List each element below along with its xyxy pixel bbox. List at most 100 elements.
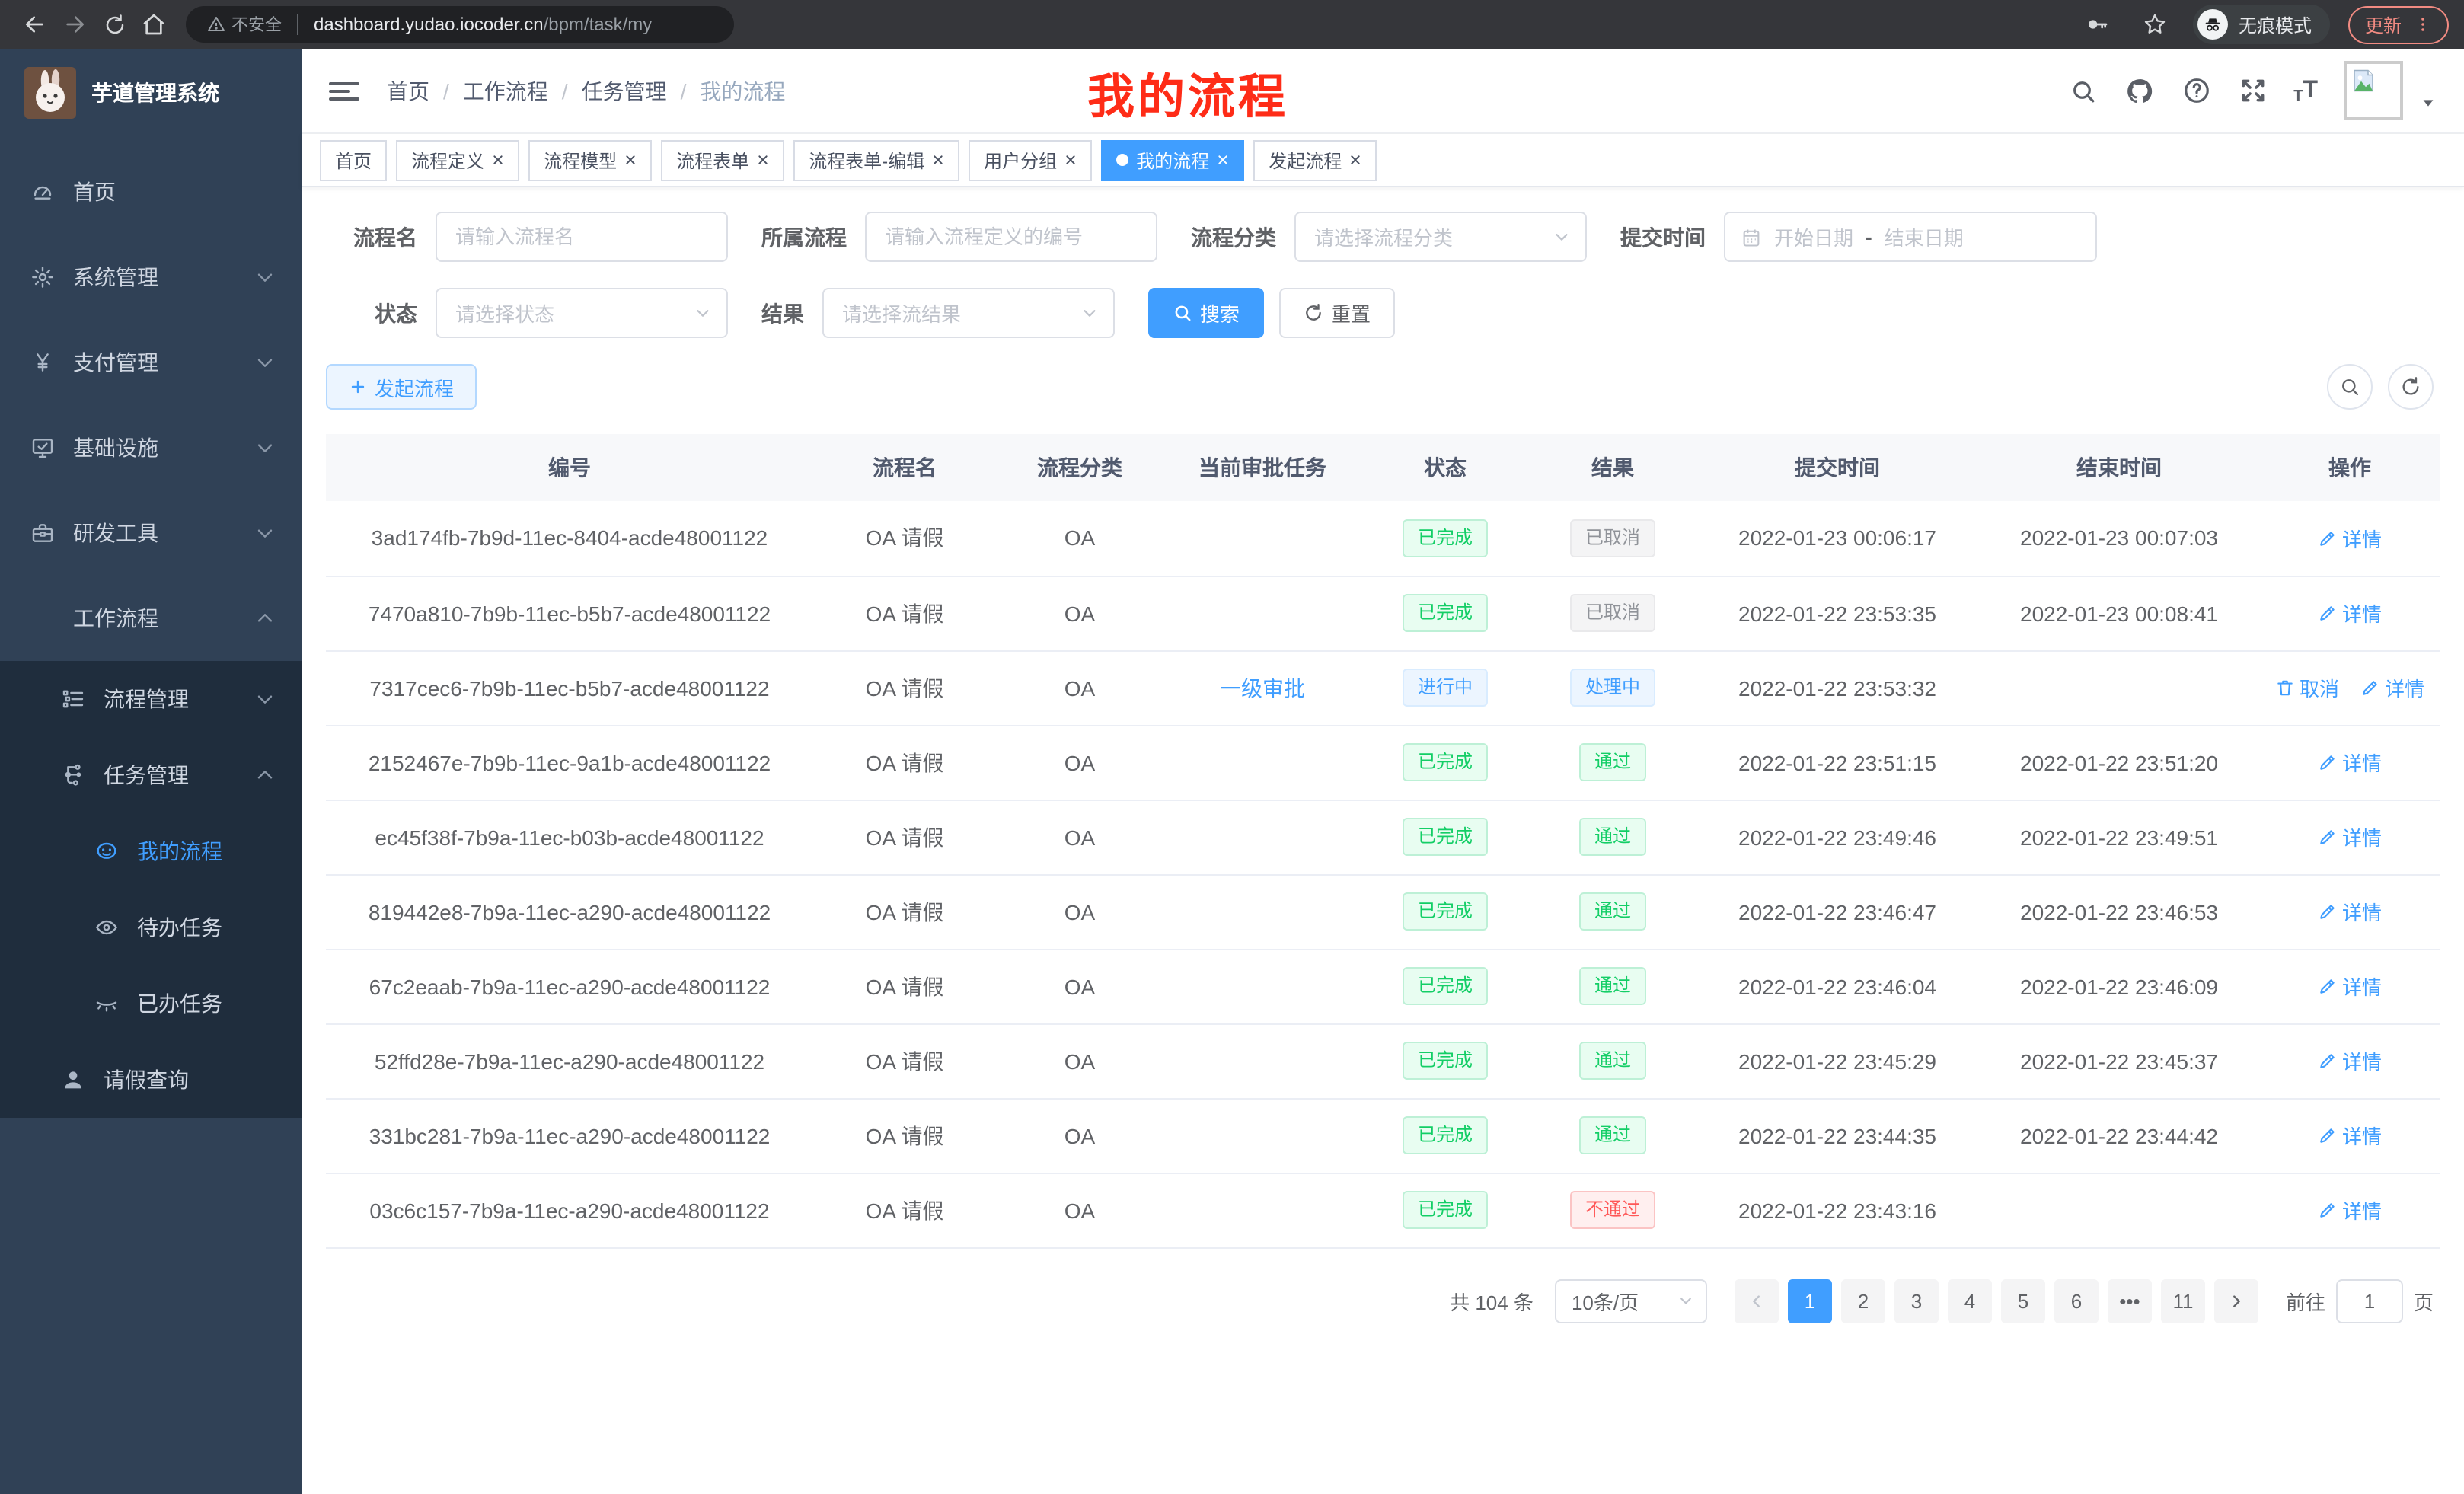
tab-发起流程[interactable]: 发起流程 — [1253, 139, 1377, 180]
tab-流程模型[interactable]: 流程模型 — [528, 139, 652, 180]
security-warning[interactable]: 不安全 — [207, 12, 282, 37]
url-text: dashboard.yudao.iocoder.cn/bpm/task/my — [314, 14, 652, 35]
prev-page-button[interactable] — [1735, 1279, 1779, 1323]
close-icon[interactable] — [932, 154, 944, 166]
filter-name-label: 流程名 — [326, 222, 417, 252]
next-page-button[interactable] — [2214, 1279, 2258, 1323]
detail-link[interactable]: 详情 — [2318, 822, 2382, 851]
tab-流程表单[interactable]: 流程表单 — [661, 139, 784, 180]
filter-definition-input[interactable] — [865, 212, 1157, 262]
filter-category-select[interactable]: 请选择流程分类 — [1294, 212, 1587, 262]
github-icon[interactable] — [2124, 75, 2155, 106]
help-icon[interactable] — [2181, 75, 2211, 106]
page-size-select[interactable]: 10条/页 — [1555, 1279, 1707, 1323]
browser-menu-dots-icon[interactable] — [2414, 15, 2432, 34]
user-icon — [61, 1068, 85, 1092]
filter-row-1: 流程名 所属流程 流程分类 请选择流程分类 — [326, 212, 2440, 262]
reload-icon[interactable] — [94, 5, 134, 44]
sidebar-item-支付管理[interactable]: 支付管理 — [0, 320, 302, 405]
avatar[interactable] — [2344, 61, 2403, 120]
font-size-icon[interactable]: TT — [2293, 77, 2318, 104]
breadcrumb-item-首页[interactable]: 首页 — [387, 75, 429, 106]
close-icon[interactable] — [1349, 154, 1361, 166]
back-icon[interactable] — [15, 5, 55, 44]
cell-result: 处理中 — [1529, 650, 1696, 725]
filter-time-range[interactable]: 开始日期 - 结束日期 — [1724, 212, 2097, 262]
detail-link[interactable]: 详情 — [2318, 524, 2382, 553]
task-link[interactable]: 一级审批 — [1220, 675, 1305, 700]
tab-首页[interactable]: 首页 — [320, 139, 387, 180]
close-icon[interactable] — [624, 154, 637, 166]
search-button[interactable]: 搜索 — [1148, 288, 1264, 338]
cancel-link[interactable]: 取消 — [2275, 673, 2339, 702]
key-icon[interactable] — [2077, 5, 2117, 44]
update-button[interactable]: 更新 — [2348, 5, 2449, 43]
filter-status-select[interactable]: 请选择状态 — [436, 288, 728, 338]
detail-link[interactable]: 详情 — [2318, 748, 2382, 777]
sidebar-item-基础设施[interactable]: 基础设施 — [0, 405, 302, 490]
sidebar-item-请假查询[interactable]: 请假查询 — [0, 1042, 302, 1118]
logo[interactable]: 芋道管理系统 — [0, 49, 302, 137]
breadcrumb-item-工作流程[interactable]: 工作流程 — [463, 75, 548, 106]
detail-link[interactable]: 详情 — [2318, 1046, 2382, 1075]
sidebar-item-我的流程[interactable]: 我的流程 — [0, 813, 302, 889]
hamburger-icon[interactable] — [329, 81, 359, 100]
caret-down-icon[interactable] — [2420, 91, 2437, 115]
page-button-2[interactable]: 2 — [1841, 1279, 1885, 1323]
refresh-table-button[interactable] — [2388, 364, 2434, 410]
detail-link[interactable]: 详情 — [2318, 897, 2382, 926]
page-buttons: 123456•••11 — [1788, 1279, 2205, 1323]
detail-link[interactable]: 详情 — [2318, 599, 2382, 627]
sidebar-item-工作流程[interactable]: 工作流程 — [0, 576, 302, 661]
filter-result-select[interactable]: 请选择流结果 — [822, 288, 1115, 338]
tab-流程表单-编辑[interactable]: 流程表单-编辑 — [793, 139, 959, 180]
cell-category: OA — [996, 576, 1163, 650]
filter-name-input[interactable] — [436, 212, 728, 262]
forward-icon[interactable] — [55, 5, 94, 44]
sidebar-item-待办任务[interactable]: 待办任务 — [0, 889, 302, 966]
close-icon[interactable] — [1064, 154, 1077, 166]
detail-link[interactable]: 详情 — [2318, 1196, 2382, 1224]
breadcrumb-separator: / — [562, 78, 568, 103]
sidebar-item-研发工具[interactable]: 研发工具 — [0, 490, 302, 576]
sidebar-item-已办任务[interactable]: 已办任务 — [0, 966, 302, 1042]
page-ellipsis-button[interactable]: ••• — [2108, 1279, 2152, 1323]
page-button-11[interactable]: 11 — [2161, 1279, 2205, 1323]
chevron-up-icon — [253, 763, 277, 787]
tab-我的流程[interactable]: 我的流程 — [1101, 139, 1244, 180]
status-badge: 已完成 — [1403, 594, 1488, 632]
create-process-button[interactable]: 发起流程 — [326, 364, 477, 410]
close-icon[interactable] — [492, 154, 504, 166]
tab-流程定义[interactable]: 流程定义 — [396, 139, 519, 180]
toggle-search-button[interactable] — [2327, 364, 2373, 410]
sidebar-item-首页[interactable]: 首页 — [0, 149, 302, 235]
close-icon[interactable] — [1217, 154, 1229, 166]
incognito-badge[interactable]: 无痕模式 — [2193, 5, 2330, 44]
page-button-4[interactable]: 4 — [1948, 1279, 1992, 1323]
cell-current-task — [1163, 800, 1361, 874]
cell-status: 已完成 — [1361, 1173, 1529, 1247]
search-icon[interactable] — [2068, 75, 2099, 106]
sidebar-item-label: 流程管理 — [104, 684, 253, 714]
close-icon[interactable] — [757, 154, 769, 166]
page-button-6[interactable]: 6 — [2054, 1279, 2099, 1323]
page-button-5[interactable]: 5 — [2001, 1279, 2045, 1323]
breadcrumb-item-任务管理[interactable]: 任务管理 — [582, 75, 667, 106]
page-button-3[interactable]: 3 — [1894, 1279, 1939, 1323]
sidebar-item-流程管理[interactable]: 流程管理 — [0, 661, 302, 737]
overlay-annotation: 我的流程 — [1087, 58, 1288, 126]
bookmark-star-icon[interactable] — [2135, 5, 2175, 44]
address-bar[interactable]: 不安全 dashboard.yudao.iocoder.cn/bpm/task/… — [186, 6, 734, 43]
goto-page-input[interactable] — [2336, 1279, 2403, 1323]
detail-link[interactable]: 详情 — [2318, 1121, 2382, 1150]
sidebar-item-任务管理[interactable]: 任务管理 — [0, 737, 302, 813]
reset-button[interactable]: 重置 — [1279, 288, 1395, 338]
detail-link[interactable]: 详情 — [2360, 673, 2424, 702]
page-button-1[interactable]: 1 — [1788, 1279, 1832, 1323]
fullscreen-icon[interactable] — [2237, 75, 2268, 106]
cell-end-time: 2022-01-22 23:51:20 — [1978, 725, 2260, 800]
detail-link[interactable]: 详情 — [2318, 972, 2382, 1001]
tab-用户分组[interactable]: 用户分组 — [969, 139, 1092, 180]
home-icon[interactable] — [134, 5, 174, 44]
sidebar-item-系统管理[interactable]: 系统管理 — [0, 235, 302, 320]
